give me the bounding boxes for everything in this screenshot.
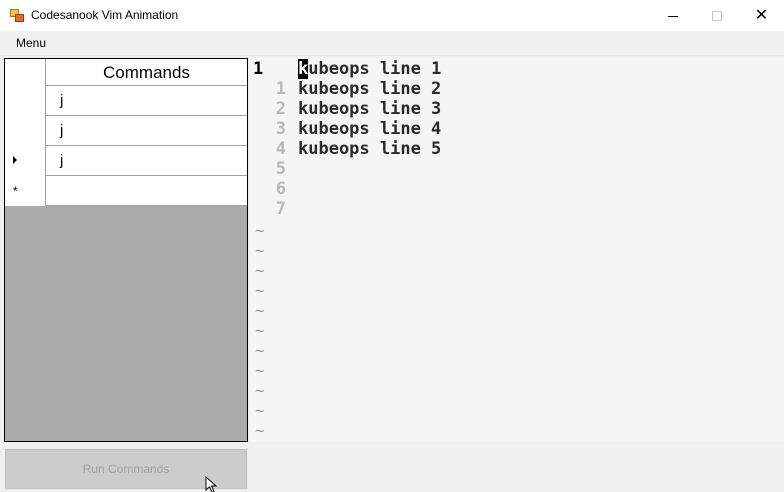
column-header-commands[interactable]: Commands	[46, 59, 247, 86]
table-row[interactable]: j	[5, 116, 247, 146]
line-text: kubeops line 4	[298, 119, 442, 139]
empty-line-tilde: ~	[255, 361, 265, 380]
empty-line-tilde: ~	[255, 421, 265, 440]
line-text: kubeops line 1	[298, 59, 441, 79]
empty-line-tilde: ~	[255, 381, 265, 400]
empty-line-tilde: ~	[255, 401, 265, 420]
relative-line-number: 2	[275, 99, 286, 119]
mouse-pointer-icon	[205, 476, 218, 492]
row-header[interactable]	[5, 116, 46, 146]
minimize-icon	[667, 15, 678, 17]
current-line-number: 1	[253, 59, 264, 79]
row-header[interactable]	[5, 86, 46, 116]
window-title: Codesanook Vim Animation	[31, 8, 179, 22]
close-button[interactable]: ✕	[739, 0, 784, 31]
menu-bar: Menu	[0, 31, 784, 56]
editor-line: 3 kubeops line 4	[253, 119, 773, 139]
command-cell[interactable]	[46, 176, 247, 206]
command-cell[interactable]: j	[46, 146, 247, 176]
menu-item-menu[interactable]: Menu	[16, 36, 46, 50]
new-row[interactable]: *	[5, 176, 247, 206]
editor-line: 2 kubeops line 3	[253, 99, 773, 119]
title-bar: Codesanook Vim Animation ✕	[0, 0, 784, 31]
relative-line-number: 1	[275, 79, 286, 99]
line-text: kubeops line 2	[298, 79, 442, 99]
line-text-rest: ubeops line 1	[308, 59, 442, 79]
command-cell[interactable]: j	[46, 116, 247, 146]
row-header[interactable]	[5, 146, 46, 176]
empty-line-tilde: ~	[255, 241, 265, 260]
new-row-star-icon: *	[13, 184, 18, 198]
maximize-button[interactable]	[694, 0, 739, 31]
current-row-arrow-icon	[13, 156, 17, 164]
relative-line-number: 7	[275, 199, 286, 219]
relative-line-number: 3	[275, 119, 286, 139]
grid-header: Commands	[5, 59, 247, 86]
line-text: kubeops line 3	[298, 99, 442, 119]
minimize-button[interactable]	[650, 0, 695, 31]
editor-line: 1 kubeops line 2	[253, 79, 773, 99]
vim-editor[interactable]: 1 kubeops line 1 1 kubeops line 2 2 kube…	[250, 58, 784, 442]
table-row[interactable]: j	[5, 86, 247, 116]
commands-grid[interactable]: Commands j j j *	[4, 58, 248, 442]
grid-corner[interactable]	[5, 59, 46, 86]
relative-line-number: 4	[275, 139, 286, 159]
editor-line: 7	[253, 199, 773, 219]
empty-line-tilde: ~	[255, 301, 265, 320]
cursor-block: k	[298, 59, 309, 79]
app-icon	[10, 9, 24, 22]
maximize-icon	[711, 11, 722, 22]
line-text: kubeops line 5	[298, 139, 442, 159]
relative-line-number: 6	[275, 179, 286, 199]
empty-line-tilde: ~	[255, 341, 265, 360]
table-row[interactable]: j	[5, 146, 247, 176]
editor-line: 6	[253, 179, 773, 199]
row-header[interactable]: *	[5, 176, 46, 206]
empty-line-tilde: ~	[255, 261, 265, 280]
editor-line: 5	[253, 159, 773, 179]
bottom-strip	[250, 442, 784, 492]
empty-line-tilde: ~	[255, 221, 265, 240]
editor-line: 4 kubeops line 5	[253, 139, 773, 159]
empty-line-tilde: ~	[255, 321, 265, 340]
relative-line-number: 5	[275, 159, 286, 179]
command-cell[interactable]: j	[46, 86, 247, 116]
close-icon: ✕	[754, 7, 769, 24]
empty-line-tilde: ~	[255, 281, 265, 300]
editor-line: 1 kubeops line 1	[253, 59, 773, 79]
